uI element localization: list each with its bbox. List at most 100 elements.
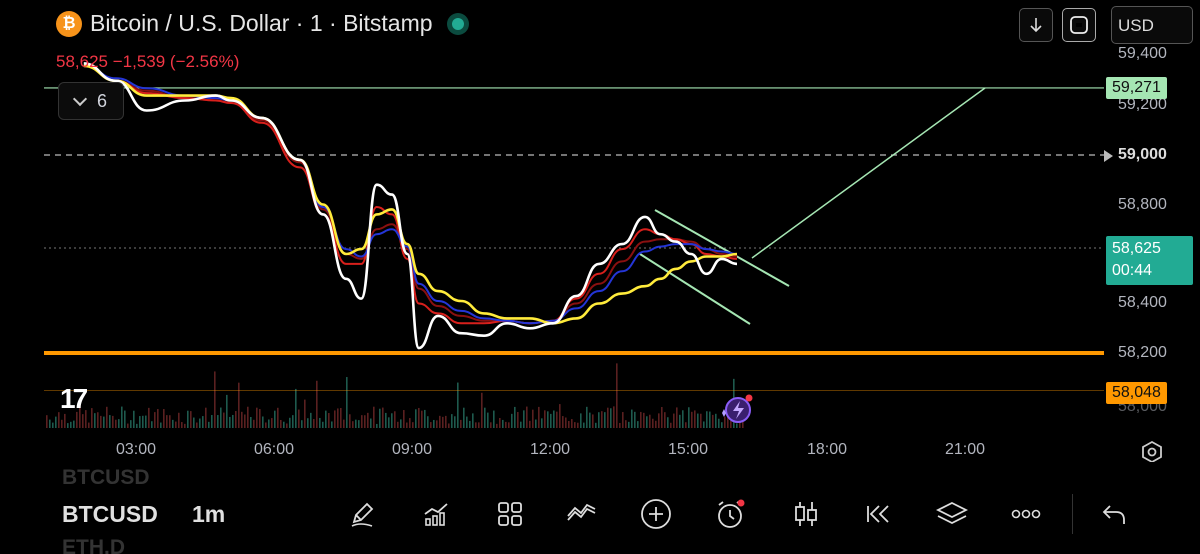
grid-icon — [498, 502, 522, 526]
volume-bar — [589, 412, 591, 428]
chart-type-button[interactable] — [788, 496, 824, 532]
volume-bar — [610, 408, 612, 428]
more-button[interactable] — [1008, 496, 1044, 532]
timeframe-select[interactable]: 1m — [192, 501, 225, 528]
volume-bar — [214, 371, 216, 428]
drawing-tools-button[interactable] — [344, 496, 380, 532]
volume-bar — [646, 416, 648, 428]
volume-bar — [679, 414, 681, 428]
volume-bar — [226, 394, 228, 428]
symbol-prev[interactable]: BTCUSD — [62, 466, 150, 490]
volume-bar — [457, 382, 459, 428]
volume-bar — [211, 415, 213, 428]
volume-bar — [199, 418, 201, 428]
volume-bar — [523, 410, 525, 428]
volume-bar — [82, 414, 84, 428]
volume-bar — [298, 409, 300, 428]
volume-bar — [460, 419, 462, 428]
volume-bar — [706, 411, 708, 428]
volume-bar — [205, 407, 207, 428]
indicators-button[interactable] — [418, 496, 454, 532]
volume-bar — [514, 406, 516, 428]
level-low-tag: 58,048 — [1106, 382, 1167, 404]
volume-bar — [580, 413, 582, 428]
settings-icon[interactable] — [1140, 440, 1164, 464]
add-button[interactable] — [638, 496, 674, 532]
volume-bar — [667, 417, 669, 428]
volume-bar — [316, 380, 318, 428]
alerts-button[interactable] — [712, 496, 748, 532]
replay-button[interactable] — [860, 496, 896, 532]
volume-bar — [373, 406, 375, 428]
volume-bar — [385, 412, 387, 428]
projection-line — [751, 87, 986, 259]
volume-bar — [346, 377, 348, 428]
volume-bar — [508, 422, 510, 428]
volume-bar — [142, 415, 144, 428]
symbol-header[interactable]: ₿ Bitcoin / U.S. Dollar · 1 · Bitstamp — [56, 10, 469, 37]
volume-bar — [265, 422, 267, 428]
volume-bar — [499, 417, 501, 428]
volume-bar — [619, 422, 621, 428]
volume-bar — [361, 415, 363, 428]
volume-bar — [409, 418, 411, 428]
object-tree-button[interactable] — [934, 496, 970, 532]
volume-bar — [55, 416, 57, 428]
symbol-name[interactable]: BTCUSD — [62, 501, 158, 528]
ma-yellow-line — [83, 64, 738, 325]
volume-bar — [307, 418, 309, 428]
ma-red-line — [83, 64, 738, 325]
volume-bar — [322, 421, 324, 428]
ai-assistant-icon[interactable] — [718, 393, 758, 425]
volume-bar — [451, 414, 453, 428]
fullscreen-button[interactable] — [1062, 8, 1096, 42]
price-axis-label: 59,000 — [1118, 146, 1167, 163]
volume-bar — [448, 423, 450, 428]
undo-button[interactable] — [1096, 496, 1132, 532]
volume-bar — [493, 410, 495, 428]
volume-bar — [52, 422, 54, 428]
volume-bar — [355, 419, 357, 428]
volume-bar — [196, 422, 198, 428]
volume-bar — [454, 416, 456, 428]
volume-bar — [85, 410, 87, 428]
volume-bar — [292, 415, 294, 428]
volume-bar — [592, 414, 594, 428]
volume-bar — [277, 407, 279, 428]
volume-bar — [301, 420, 303, 428]
volume-bars — [46, 363, 744, 428]
volume-bar — [628, 421, 630, 428]
volume-bar — [49, 419, 51, 428]
horizontal-levels — [44, 87, 1104, 392]
volume-bar — [511, 413, 513, 428]
trend-tools-button[interactable] — [564, 496, 600, 532]
volume-bar — [172, 419, 174, 428]
symbol-next[interactable]: ETH.D — [62, 536, 125, 554]
volume-bar — [661, 406, 663, 428]
triangle-marker-icon — [1104, 150, 1113, 162]
volume-bar — [601, 411, 603, 428]
currency-select[interactable]: USD — [1111, 6, 1193, 44]
volume-bar — [262, 416, 264, 428]
volume-bar — [652, 418, 654, 428]
volume-bar — [673, 413, 675, 428]
volume-bar — [568, 421, 570, 428]
volume-bar — [391, 413, 393, 428]
volume-bar — [565, 417, 567, 428]
volume-bar — [439, 415, 441, 428]
undo-icon — [1102, 505, 1125, 524]
volume-bar — [526, 406, 528, 428]
volume-bar — [475, 422, 477, 428]
trend-icon — [567, 503, 596, 521]
indicators-toggle[interactable]: 6 — [58, 82, 124, 120]
download-button[interactable] — [1019, 8, 1053, 42]
volume-bar — [607, 407, 609, 428]
volume-bar — [490, 422, 492, 428]
volume-bar — [106, 406, 108, 428]
replay-icon — [867, 505, 889, 523]
volume-bar — [151, 421, 153, 428]
layouts-button[interactable] — [492, 496, 528, 532]
volume-bar — [664, 412, 666, 428]
volume-bar — [274, 410, 276, 428]
volume-bar — [163, 409, 165, 428]
